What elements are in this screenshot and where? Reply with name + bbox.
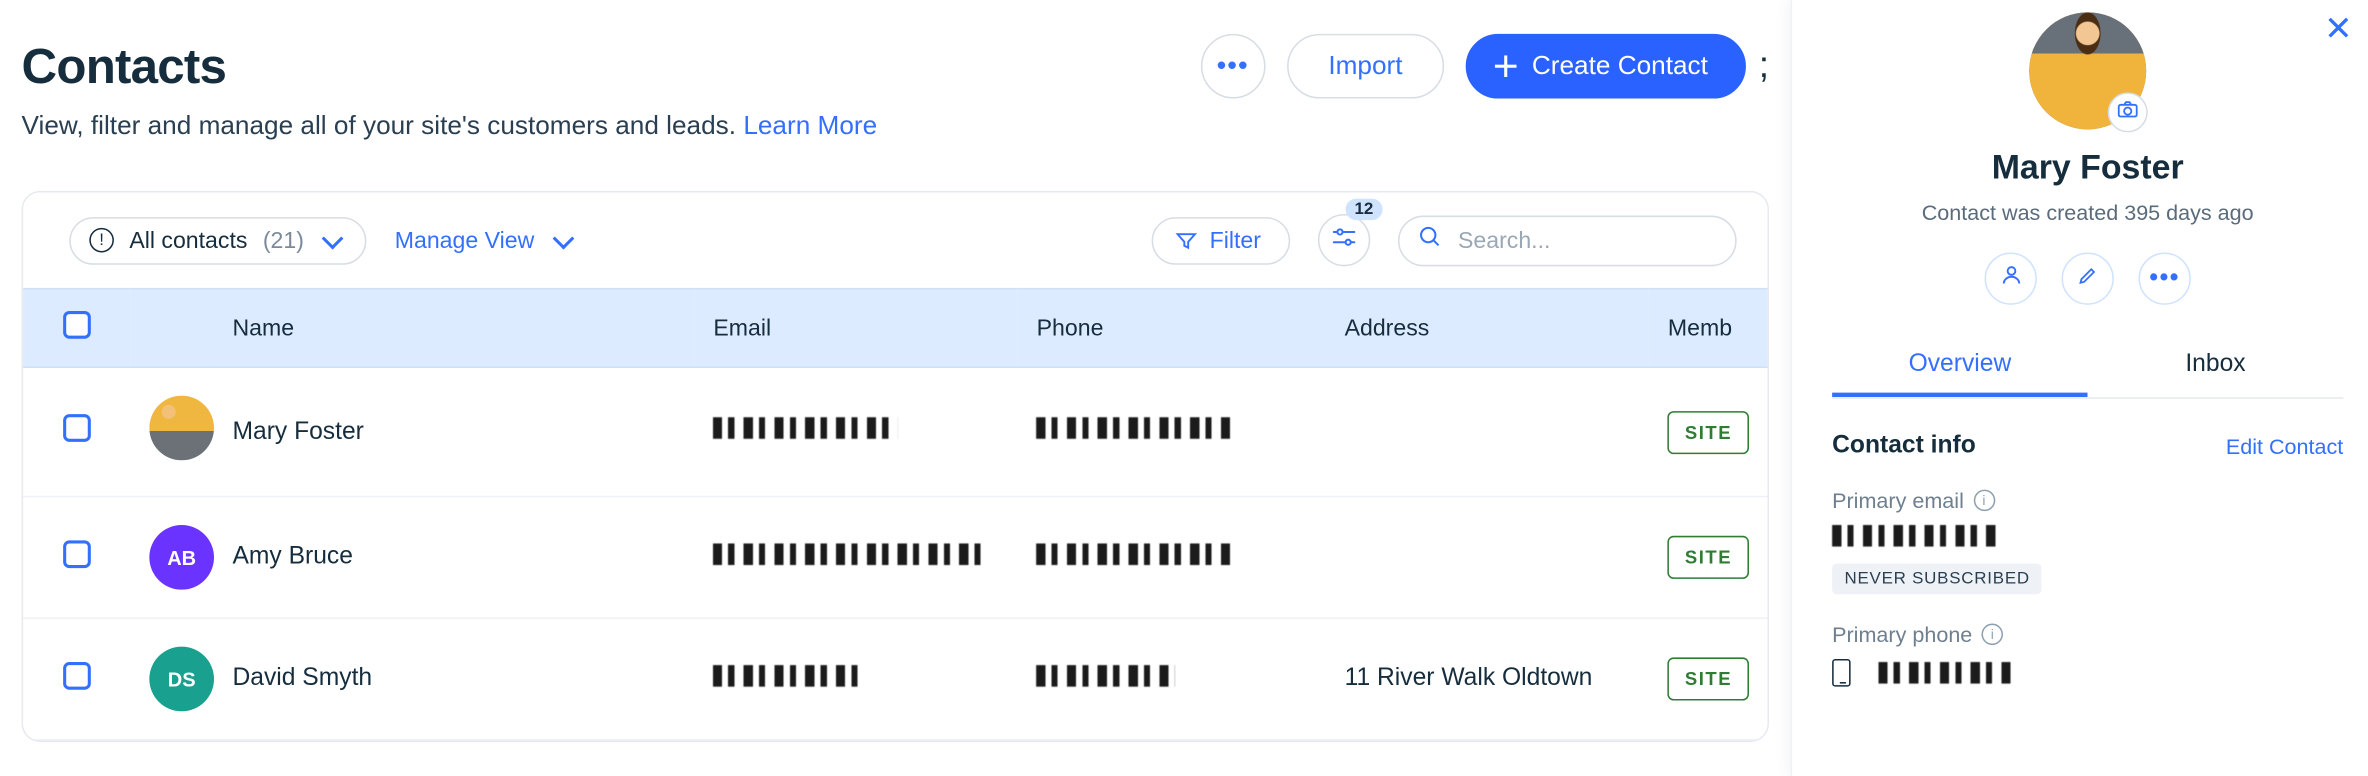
change-photo-button[interactable] [2108,92,2148,132]
primary-email-value [1832,525,2001,547]
primary-email-label: Primary email i [1832,488,2343,513]
cell-name: Mary Foster [214,367,695,496]
col-member[interactable]: Memb [1649,289,1767,368]
contact-detail-panel: ✕ Mary Foster Contact was created 395 da… [1791,0,2368,776]
row-checkbox[interactable] [63,661,91,689]
cell-member: SITE [1649,367,1767,496]
edit-contact-link[interactable]: Edit Contact [2226,434,2343,459]
search-icon [1418,224,1443,256]
close-icon[interactable]: ✕ [2324,9,2352,49]
page-subtitle: View, filter and manage all of your site… [22,111,1769,142]
subscription-status-tag: NEVER SUBSCRIBED [1832,563,2042,594]
camera-icon [2117,99,2139,127]
columns-count-badge: 12 [1345,199,1382,221]
view-count: (21) [263,227,304,253]
search-input[interactable] [1458,227,1764,253]
sliders-icon [1332,226,1357,255]
tab-overview[interactable]: Overview [1832,339,2088,398]
cell-name: Amy Bruce [214,497,695,619]
filter-button[interactable]: Filter [1151,216,1290,264]
more-button[interactable]: ••• [2139,252,2191,304]
cell-member: SITE [1649,618,1767,740]
edit-button[interactable] [2062,252,2114,304]
col-address[interactable]: Address [1326,289,1649,368]
row-checkbox[interactable] [63,540,91,568]
mobile-icon [1832,659,1850,687]
learn-more-link[interactable]: Learn More [743,111,877,140]
cell-phone [1018,618,1326,740]
cell-email [695,367,1018,496]
view-selector[interactable]: ! All contacts (21) [69,216,367,264]
table-row[interactable]: DSDavid Smyth 11 River Walk OldtownSITE [23,618,1767,740]
info-icon[interactable]: i [1982,624,2004,646]
chevron-down-icon [322,227,344,249]
col-phone[interactable]: Phone [1018,289,1326,368]
view-name: All contacts [129,227,247,253]
import-button[interactable]: Import [1287,34,1444,99]
cell-member: SITE [1649,497,1767,619]
cell-email [695,618,1018,740]
col-email[interactable]: Email [695,289,1018,368]
cell-email [695,497,1018,619]
info-icon[interactable]: i [1973,490,1995,512]
assign-button[interactable] [1985,252,2037,304]
primary-phone-label: Primary phone i [1832,622,2343,647]
contacts-table: Name Email Phone Address Memb Mary Foste… [23,288,1767,741]
filter-icon [1174,229,1197,252]
page-title: Contacts [22,38,227,95]
select-all-checkbox[interactable] [63,311,91,339]
table-row[interactable]: ABAmy Bruce SITE [23,497,1767,619]
contact-name: Mary Foster [1832,148,2343,188]
tab-inbox[interactable]: Inbox [2088,339,2344,398]
cell-phone [1018,497,1326,619]
plus-icon [1495,55,1517,77]
more-actions-button[interactable]: ••• [1201,34,1266,99]
pencil-icon [2077,264,2099,293]
search-box[interactable] [1398,215,1737,266]
alert-icon: ! [89,228,114,253]
avatar: DS [149,647,214,712]
user-icon [1999,263,2022,294]
avatar: AB [149,525,214,590]
cell-address [1326,497,1649,619]
section-title: Contact info [1832,433,1976,461]
primary-phone-value [1878,662,2017,684]
trailing-punct: ; [1759,45,1769,88]
avatar [149,396,214,461]
cell-name: David Smyth [214,618,695,740]
more-icon: ••• [1217,51,1249,82]
table-row[interactable]: Mary Foster SITE [23,367,1767,496]
col-name[interactable]: Name [214,289,695,368]
more-icon: ••• [2149,265,2180,293]
create-contact-button[interactable]: Create Contact [1466,34,1747,99]
row-checkbox[interactable] [63,414,91,442]
cell-address [1326,367,1649,496]
manage-view-link[interactable]: Manage View [395,227,571,253]
contact-created: Contact was created 395 days ago [1832,200,2343,225]
cell-phone [1018,367,1326,496]
chevron-down-icon [553,227,575,249]
columns-settings-button[interactable] [1318,214,1370,266]
cell-address: 11 River Walk Oldtown [1326,618,1649,740]
